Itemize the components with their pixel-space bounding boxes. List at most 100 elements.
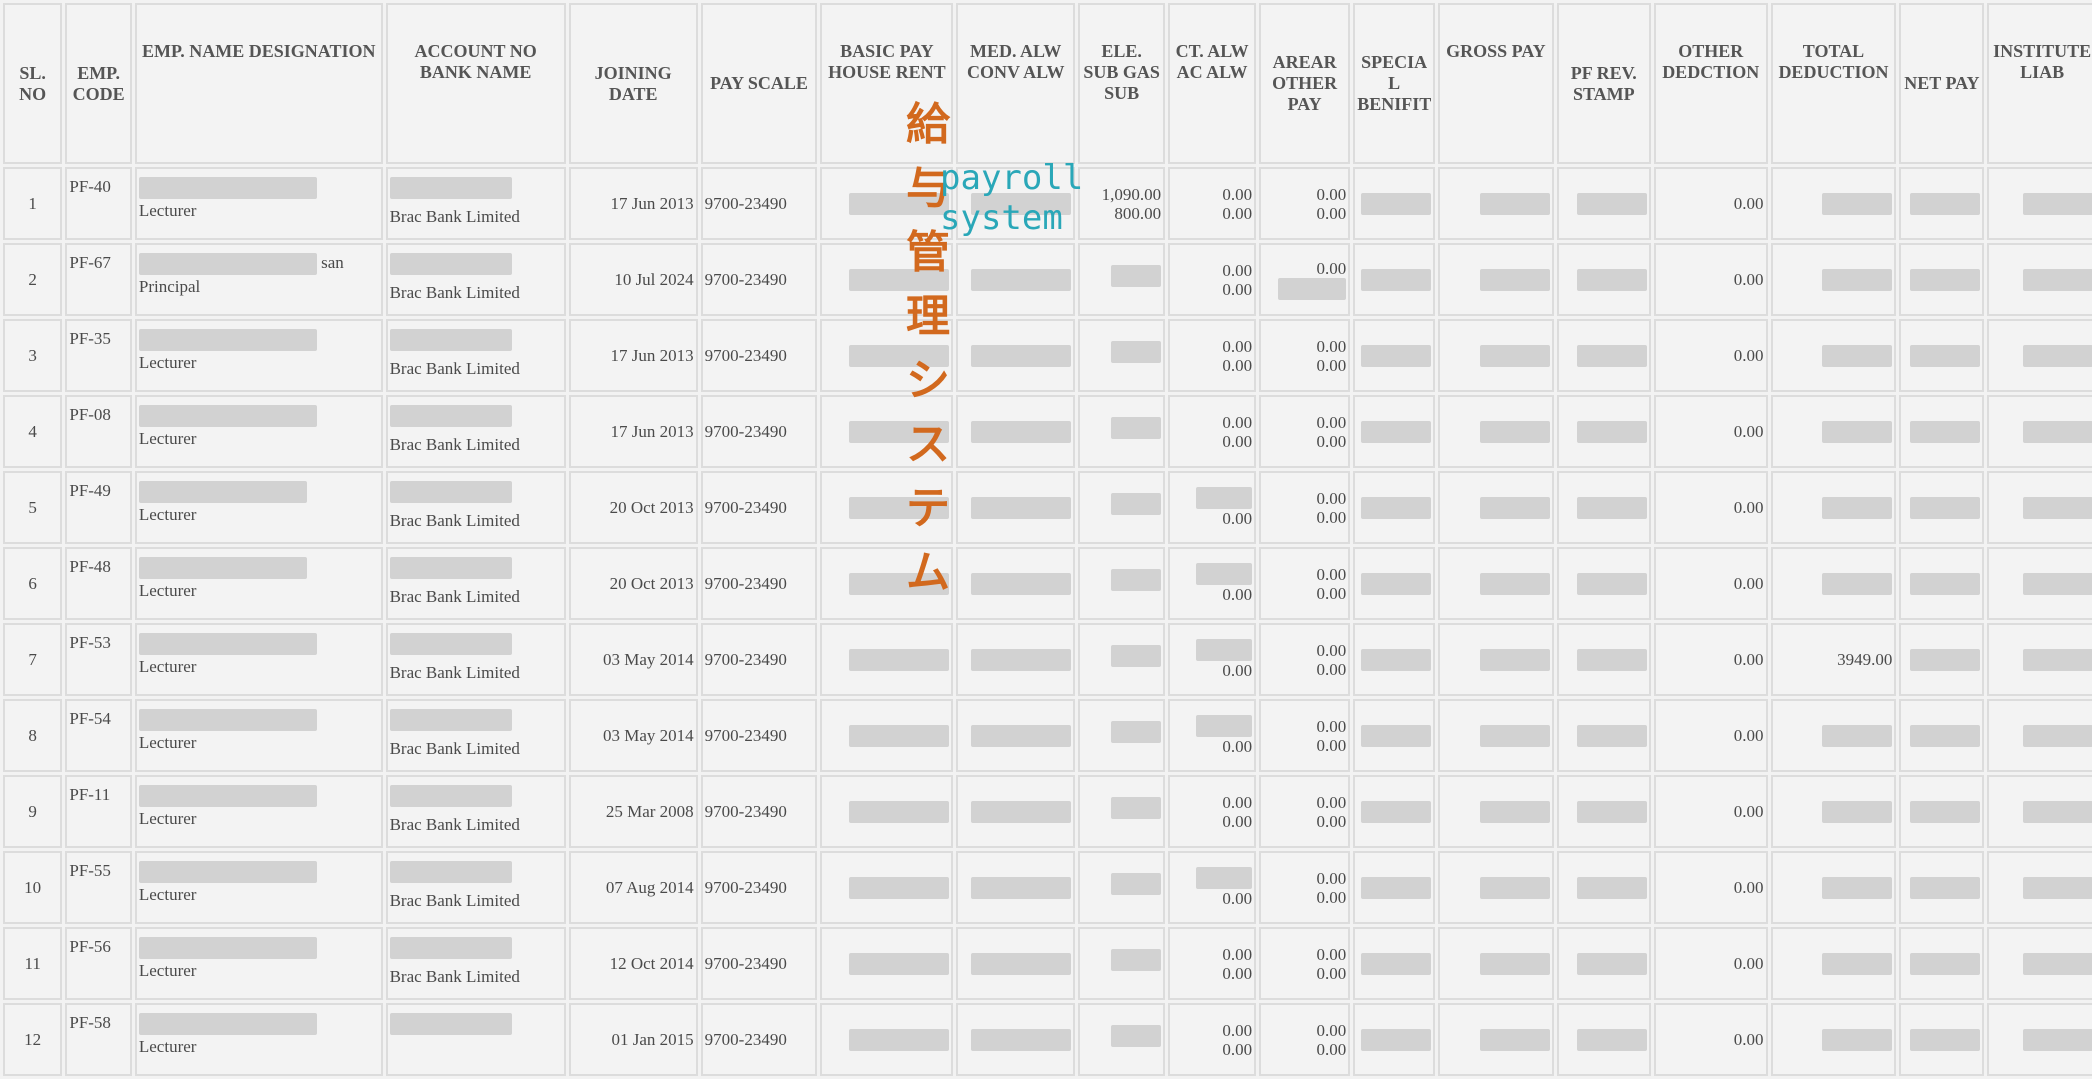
arear-value: 0.00	[1316, 792, 1347, 812]
cell-pay-scale: 9700-23490	[700, 775, 818, 848]
redacted-value	[1361, 876, 1432, 899]
table-row[interactable]: 3 PF-35 Lecturer Brac Bank Limited 17 Jun 2…	[3, 319, 2092, 392]
cell-net-pay	[1899, 395, 1985, 468]
cell-arear-other: 0.00 0.00	[1259, 547, 1351, 620]
cell-gross-pay	[1438, 851, 1554, 924]
redacted-value	[1576, 1028, 1647, 1051]
cell-other-deduction: 0.00	[1653, 243, 1768, 316]
cell-ele-gas	[1078, 395, 1166, 468]
cell-special-benefit	[1353, 471, 1436, 544]
redacted-value	[138, 177, 317, 200]
cell-other-deduction: 0.00	[1653, 547, 1768, 620]
cell-institute-liab	[1987, 243, 2092, 316]
table-row[interactable]: 12 PF-58 Lecturer 01 Jan 2015 9700-23490 0.0…	[3, 1003, 2092, 1076]
table-row[interactable]: 8 PF-54 Lecturer Brac Bank Limited 03 May 2…	[3, 699, 2092, 772]
bank-name: Brac Bank Limited	[389, 435, 520, 454]
other-pay-value: 0.00	[1316, 887, 1347, 907]
cell-institute-liab	[1987, 927, 2092, 1000]
table-row[interactable]: 10 PF-55 Lecturer Brac Bank Limited 07 Aug …	[3, 851, 2092, 924]
redacted-value	[971, 648, 1072, 671]
designation: Lecturer	[138, 885, 197, 905]
bank-name: Brac Bank Limited	[389, 815, 520, 834]
redacted-value	[1479, 1028, 1550, 1051]
cell-account-bank: Brac Bank Limited	[385, 167, 566, 240]
redacted-value	[1361, 648, 1432, 671]
designation: Principal	[138, 277, 201, 297]
table-row[interactable]: 5 PF-49 Lecturer Brac Bank Limited 20 Oct 2…	[3, 471, 2092, 544]
redacted-value	[849, 268, 950, 291]
cell-arear-other: 0.00 0.00	[1259, 851, 1351, 924]
col-header-account-bank: ACCOUNT NO BANK NAME	[385, 3, 566, 164]
redacted-value	[2023, 800, 2092, 823]
cell-sl: 8	[3, 699, 63, 772]
cell-pf-stamp	[1556, 623, 1651, 696]
redacted-value	[971, 800, 1072, 823]
table-row[interactable]: 11 PF-56 Lecturer Brac Bank Limited 12 Oct …	[3, 927, 2092, 1000]
cell-gross-pay	[1438, 547, 1554, 620]
cell-arear-other: 0.00 0.00	[1259, 167, 1351, 240]
redacted-value	[1479, 420, 1550, 443]
other-pay-value: 0.00	[1316, 431, 1347, 451]
redacted-value	[1576, 420, 1647, 443]
redacted-value	[389, 177, 512, 199]
redacted-value	[389, 405, 512, 427]
col-header-arear-other: AREAR OTHER PAY	[1259, 3, 1351, 164]
cell-ct-ac: 0.00	[1168, 851, 1257, 924]
redacted-value	[1910, 192, 1981, 215]
cell-basic-house	[820, 775, 954, 848]
cell-special-benefit	[1353, 623, 1436, 696]
cell-basic-house	[820, 699, 954, 772]
table-row[interactable]: 2 PF-67 san Principal Brac Bank Limited 10 J…	[3, 243, 2092, 316]
redacted-value	[389, 937, 512, 959]
cell-basic-house	[820, 471, 954, 544]
cell-ct-ac: 0.00	[1168, 699, 1257, 772]
cell-gross-pay	[1438, 243, 1554, 316]
redacted-value	[1822, 876, 1893, 899]
table-row[interactable]: 9 PF-11 Lecturer Brac Bank Limited 25 Mar 2…	[3, 775, 2092, 848]
redacted-value	[1822, 344, 1893, 367]
redacted-value	[1361, 800, 1432, 823]
other-deduction: 0.00	[1733, 801, 1764, 821]
redacted-value	[138, 785, 317, 808]
cell-ele-gas	[1078, 471, 1166, 544]
cell-account-bank: Brac Bank Limited	[385, 319, 566, 392]
bank-name: Brac Bank Limited	[389, 207, 520, 226]
other-pay-value: 0.00	[1316, 203, 1347, 223]
redacted-value	[1479, 800, 1550, 823]
sl-number: 11	[24, 953, 41, 973]
designation: Lecturer	[138, 809, 197, 829]
joining-date: 01 Jan 2015	[611, 1029, 694, 1049]
ac-alw-value: 0.00	[1222, 279, 1253, 299]
cell-ct-ac: 0.00	[1168, 471, 1257, 544]
table-row[interactable]: 4 PF-08 Lecturer Brac Bank Limited 17 Jun 2…	[3, 395, 2092, 468]
ct-alw-value: 0.00	[1222, 1020, 1253, 1040]
cell-other-deduction: 0.00	[1653, 395, 1768, 468]
table-row[interactable]: 7 PF-53 Lecturer Brac Bank Limited 03 May 2…	[3, 623, 2092, 696]
bank-name: Brac Bank Limited	[389, 663, 520, 682]
cell-net-pay	[1899, 699, 1985, 772]
col-header-joining-date: JOINING DATE	[568, 3, 698, 164]
cell-ele-gas	[1078, 927, 1166, 1000]
other-deduction: 0.00	[1733, 573, 1764, 593]
cell-name-designation: Lecturer	[134, 547, 383, 620]
redacted-value	[2023, 724, 2092, 747]
cell-ele-gas	[1078, 243, 1166, 316]
cell-ele-gas	[1078, 547, 1166, 620]
redacted-value	[1111, 340, 1162, 363]
cell-pay-scale: 9700-23490	[700, 167, 818, 240]
cell-other-deduction: 0.00	[1653, 319, 1768, 392]
table-row[interactable]: 6 PF-48 Lecturer Brac Bank Limited 20 Oct 2…	[3, 547, 2092, 620]
redacted-value	[2023, 192, 2092, 215]
cell-name-designation: Lecturer	[134, 471, 383, 544]
cell-arear-other: 0.00 0.00	[1259, 319, 1351, 392]
designation: Lecturer	[138, 1037, 197, 1057]
cell-ele-gas	[1078, 1003, 1166, 1076]
cell-pay-scale: 9700-23490	[700, 623, 818, 696]
other-deduction: 0.00	[1733, 725, 1764, 745]
redacted-value	[1111, 568, 1162, 591]
payroll-table: SL. NO EMP. CODE EMP. NAME DESIGNATION A…	[0, 0, 2092, 1079]
table-row[interactable]: 1 PF-40 Lecturer Brac Bank Limited 17 Jun 2…	[3, 167, 2092, 240]
cell-basic-house	[820, 547, 954, 620]
joining-date: 03 May 2014	[602, 649, 694, 669]
designation: Lecturer	[138, 429, 197, 449]
